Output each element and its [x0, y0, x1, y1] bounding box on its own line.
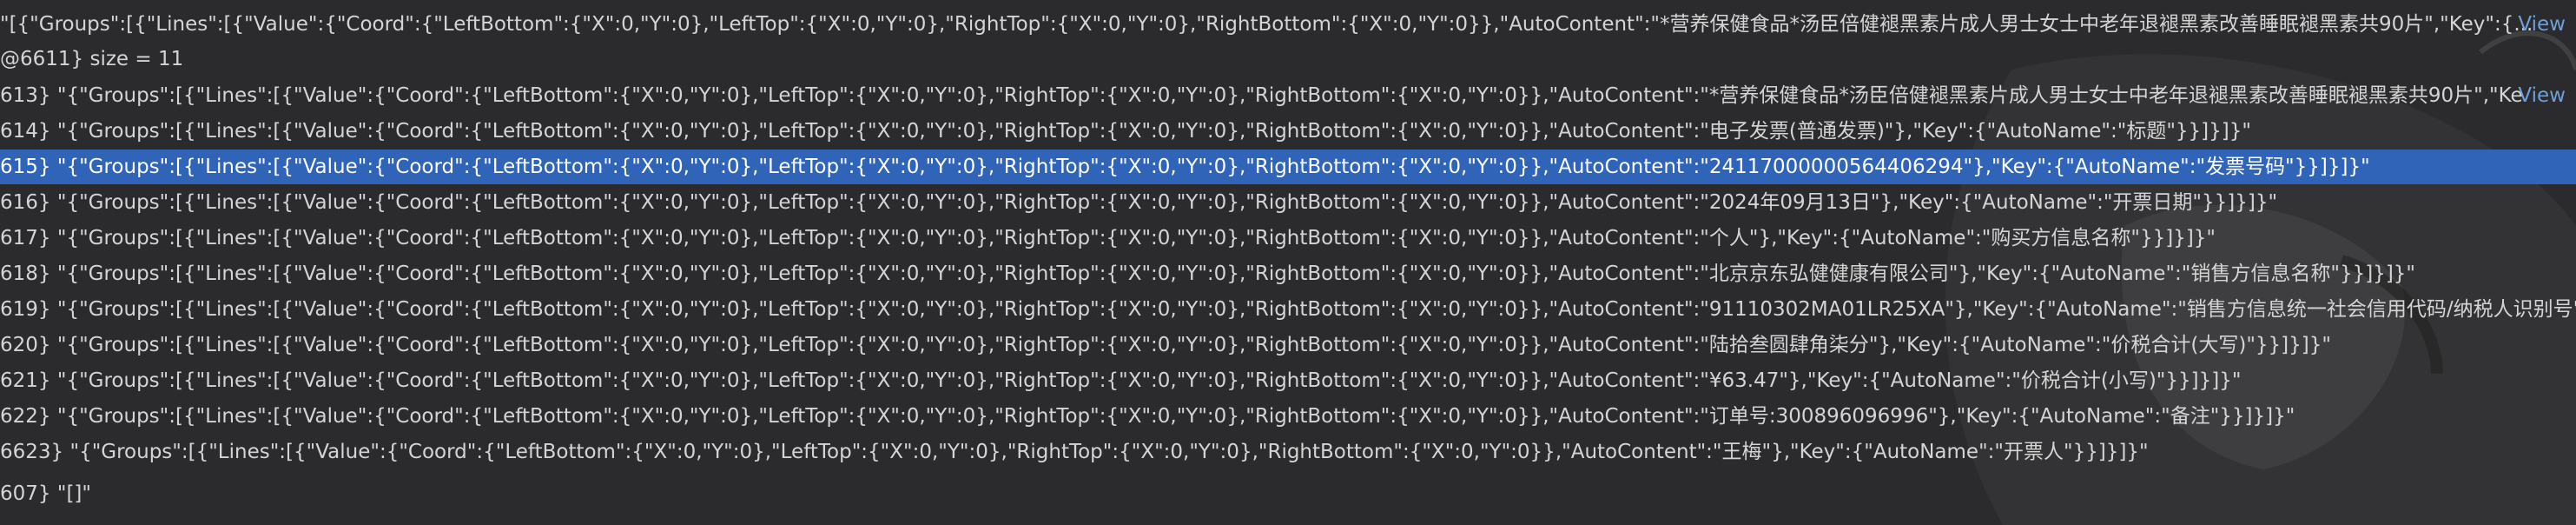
item-value: "{"Groups":[{"Lines":[{"Value":{"Coord":… — [56, 191, 2278, 214]
item-value: "{"Groups":[{"Lines":[{"Value":{"Coord":… — [56, 120, 2251, 143]
list-item-selected[interactable]: 615} "{"Groups":[{"Lines":[{"Value":{"Co… — [0, 150, 2576, 184]
item-id: 607} — [0, 482, 57, 505]
item-value: "{"Groups":[{"Lines":[{"Value":{"Coord":… — [69, 441, 2149, 463]
item-value: "{"Groups":[{"Lines":[{"Value":{"Coord":… — [56, 334, 2331, 356]
list-item[interactable]: 622} "{"Groups":[{"Lines":[{"Value":{"Co… — [0, 399, 2576, 434]
list-item[interactable]: 618} "{"Groups":[{"Lines":[{"Value":{"Co… — [0, 256, 2576, 291]
item-id: 618} — [0, 262, 57, 285]
item-id: 6623} — [0, 441, 70, 463]
collection-header-row[interactable]: "[{"Groups":[{"Lines":[{"Value":{"Coord"… — [0, 7, 2576, 42]
item-value: "[]" — [56, 482, 91, 505]
item-value: "{"Groups":[{"Lines":[{"Value":{"Coord":… — [56, 227, 2216, 249]
item-value: "{"Groups":[{"Lines":[{"Value":{"Coord":… — [56, 156, 2370, 178]
header-value: "[{"Groups":[{"Lines":[{"Value":{"Coord"… — [0, 13, 2533, 36]
list-item[interactable]: 620} "{"Groups":[{"Lines":[{"Value":{"Co… — [0, 328, 2576, 362]
list-item[interactable]: 619} "{"Groups":[{"Lines":[{"Value":{"Co… — [0, 292, 2576, 327]
collection-size-row[interactable]: @6611} size = 11 — [0, 42, 2576, 76]
list-item[interactable]: 6623} "{"Groups":[{"Lines":[{"Value":{"C… — [0, 435, 2576, 469]
view-link[interactable]: View — [2518, 7, 2566, 42]
item-id: 614} — [0, 120, 57, 143]
item-value: "{"Groups":[{"Lines":[{"Value":{"Coord":… — [56, 369, 2242, 392]
list-item[interactable]: 621} "{"Groups":[{"Lines":[{"Value":{"Co… — [0, 363, 2576, 398]
item-value: "{"Groups":[{"Lines":[{"Value":{"Coord":… — [56, 84, 2523, 107]
item-value: "{"Groups":[{"Lines":[{"Value":{"Coord":… — [56, 298, 2576, 321]
list-item[interactable]: 613} "{"Groups":[{"Lines":[{"Value":{"Co… — [0, 78, 2576, 113]
view-link[interactable]: View — [2518, 78, 2566, 113]
item-value: "{"Groups":[{"Lines":[{"Value":{"Coord":… — [56, 405, 2295, 428]
list-item[interactable]: 607} "[]" — [0, 476, 2576, 511]
debugger-variables-panel: "[{"Groups":[{"Lines":[{"Value":{"Coord"… — [0, 0, 2576, 525]
item-id: 617} — [0, 227, 57, 249]
item-value: "{"Groups":[{"Lines":[{"Value":{"Coord":… — [56, 262, 2416, 285]
item-id: 613} — [0, 84, 57, 107]
item-id: 619} — [0, 298, 57, 321]
list-item[interactable]: 616} "{"Groups":[{"Lines":[{"Value":{"Co… — [0, 185, 2576, 220]
item-id: 622} — [0, 405, 57, 428]
item-id: 620} — [0, 334, 57, 356]
item-id: 621} — [0, 369, 57, 392]
list-item[interactable]: 614} "{"Groups":[{"Lines":[{"Value":{"Co… — [0, 114, 2576, 149]
item-id: 616} — [0, 191, 57, 214]
size-label: @6611} size = 11 — [0, 48, 184, 70]
item-id: 615} — [0, 156, 57, 178]
list-item[interactable]: 617} "{"Groups":[{"Lines":[{"Value":{"Co… — [0, 221, 2576, 256]
